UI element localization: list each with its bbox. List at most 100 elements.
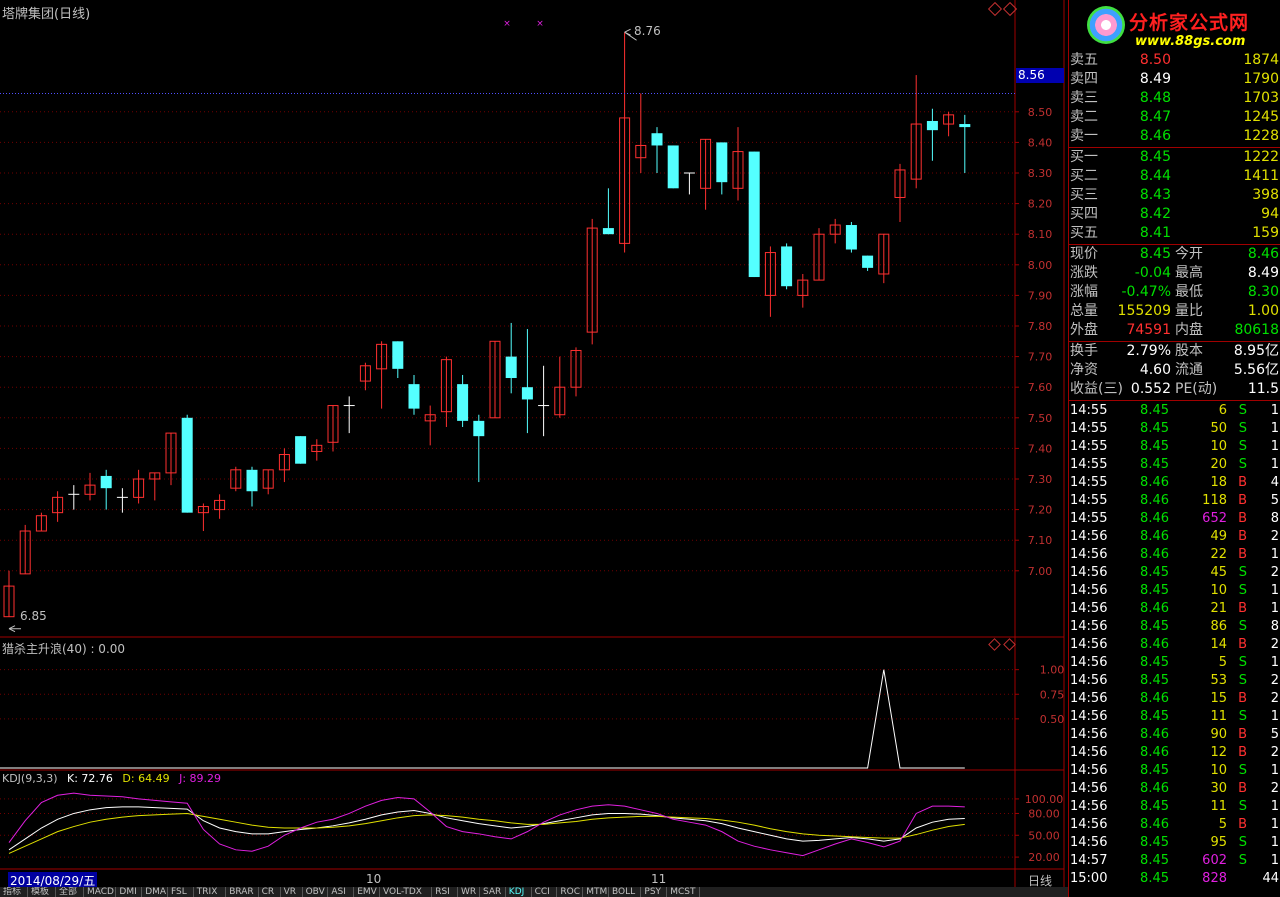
candle-body — [181, 417, 193, 513]
tab-vr[interactable]: VR — [281, 887, 303, 897]
quote-row: 总量 155209 量比 1.00 — [1069, 302, 1280, 321]
fund-value-right: 5.56亿 — [1233, 362, 1279, 378]
tick-time: 14:55 — [1070, 439, 1108, 454]
tick-price: 8.45 — [1140, 583, 1169, 598]
tab-obv[interactable]: OBV — [303, 887, 329, 897]
tab-mtm[interactable]: MTM — [583, 887, 609, 897]
tab-dmi[interactable]: DMI — [116, 887, 143, 897]
month-label-10: 10 — [366, 872, 382, 886]
tab-cr[interactable]: CR — [259, 887, 281, 897]
price-tick-label: 8.30 — [1028, 167, 1053, 180]
tick-side: S — [1238, 799, 1247, 814]
buy-label: 买三 — [1070, 187, 1098, 203]
quote-label-right: 最低 — [1175, 284, 1203, 300]
tab-boll[interactable]: BOLL — [609, 887, 642, 897]
kline-chart[interactable]: 7.00 7.10 7.20 7.30 7.40 7.50 7.60 7.70 7.80 7.90… — [0, 0, 1068, 887]
quote-value-left: 8.45 — [1139, 246, 1171, 262]
kdj-tick-label: 50.00 — [1028, 829, 1060, 842]
tab-模板[interactable]: 模板 — [28, 887, 56, 897]
tab-asi[interactable]: ASI — [328, 887, 355, 897]
kdj-k-value: K: 72.76 — [67, 772, 113, 785]
tick-row: 14:55 8.45 50 S 1 — [1069, 420, 1280, 438]
tick-volume: 118 — [1202, 493, 1227, 508]
quote-row: 涨幅 -0.47% 最低 8.30 — [1069, 283, 1280, 302]
tick-row: 14:56 8.45 45 S 2 — [1069, 564, 1280, 582]
fund-label-right: 流通 — [1175, 362, 1203, 378]
tab-全部[interactable]: 全部 — [56, 887, 84, 897]
sell-price: 8.48 — [1139, 90, 1171, 106]
tab-vol-tdx[interactable]: VOL-TDX — [380, 887, 433, 897]
sell-price: 8.49 — [1139, 71, 1171, 87]
tick-row: 14:56 8.46 15 B 2 — [1069, 690, 1280, 708]
sell-price: 8.47 — [1139, 109, 1171, 125]
tick-count: 4 — [1270, 475, 1279, 490]
tick-volume: 12 — [1210, 745, 1227, 760]
sell-volume: 1790 — [1243, 71, 1279, 87]
signal-x-icon: × — [503, 19, 511, 29]
tab-brar[interactable]: BRAR — [226, 887, 259, 897]
tick-side: S — [1238, 835, 1247, 850]
quote-value-left: 155209 — [1117, 303, 1171, 319]
tab-macd[interactable]: MACD — [84, 887, 117, 897]
candle-body — [246, 469, 258, 492]
logo: 分析家公式网 www.88gs.com — [1071, 0, 1277, 54]
buy-volume: 1222 — [1243, 149, 1279, 165]
tab-wr[interactable]: WR — [458, 887, 480, 897]
quote-value-left: -0.04 — [1134, 265, 1171, 281]
sell-level: 卖一 8.46 1228 — [1069, 127, 1280, 146]
tick-row: 14:56 8.46 30 B 2 — [1069, 780, 1280, 798]
tick-price: 8.45 — [1140, 421, 1169, 436]
tick-volume: 49 — [1210, 529, 1227, 544]
buy-volume: 398 — [1252, 187, 1279, 203]
candle-body — [295, 436, 307, 464]
tick-time: 14:56 — [1070, 835, 1108, 850]
tick-time: 14:56 — [1070, 601, 1108, 616]
tab-roc[interactable]: ROC — [557, 887, 584, 897]
tab-kdj[interactable]: KDJ — [506, 887, 532, 897]
tick-volume: 11 — [1210, 799, 1227, 814]
tick-row: 14:56 8.45 11 S 1 — [1069, 798, 1280, 816]
tab-trix[interactable]: TRIX — [194, 887, 227, 897]
tab-rsi[interactable]: RSI — [432, 887, 458, 897]
chart-area[interactable]: 7.00 7.10 7.20 7.30 7.40 7.50 7.60 7.70 7.80 7.90… — [0, 0, 1068, 889]
tab-cci[interactable]: CCI — [532, 887, 558, 897]
price-tick-label: 8.00 — [1028, 259, 1053, 272]
quote-panel: 分析家公式网 www.88gs.com 卖五 8.50 1874 卖四 8.49 1790… — [1068, 0, 1280, 897]
tick-row: 14:55 8.46 118 B 5 — [1069, 492, 1280, 510]
tab-emv[interactable]: EMV — [354, 887, 380, 897]
tab-psy[interactable]: PSY — [641, 887, 668, 897]
tick-time: 14:56 — [1070, 619, 1108, 634]
sell-label: 卖二 — [1070, 109, 1098, 125]
price-tick-label: 8.40 — [1028, 136, 1053, 149]
quote-value-right: 8.46 — [1247, 246, 1279, 262]
buy-volume: 1411 — [1243, 168, 1279, 184]
tick-price: 8.45 — [1140, 709, 1169, 724]
tick-side: B — [1238, 781, 1247, 796]
tick-price: 8.46 — [1140, 637, 1169, 652]
sell-label: 卖一 — [1070, 128, 1098, 144]
tick-time: 14:56 — [1070, 727, 1108, 742]
tick-price: 8.45 — [1140, 457, 1169, 472]
tab-fsl[interactable]: FSL — [168, 887, 194, 897]
candle-body — [457, 384, 469, 421]
window-title: 塔牌集团(日线) — [2, 7, 91, 22]
sell-volume: 1874 — [1243, 52, 1279, 68]
tick-count: 5 — [1270, 727, 1279, 742]
kdj-tick-label: 20.00 — [1028, 851, 1060, 864]
tab-mcst[interactable]: MCST — [667, 887, 700, 897]
tick-count: 2 — [1270, 565, 1279, 580]
tick-time: 14:55 — [1070, 511, 1108, 526]
tab-指标[interactable]: 指标 — [0, 887, 28, 897]
tab-sar[interactable]: SAR — [480, 887, 506, 897]
quote-label-left: 现价 — [1070, 246, 1098, 262]
tick-price: 8.46 — [1140, 475, 1169, 490]
tick-time: 14:56 — [1070, 655, 1108, 670]
tick-row: 14:55 8.46 18 B 4 — [1069, 474, 1280, 492]
tab-dma[interactable]: DMA — [142, 887, 168, 897]
tick-time: 14:55 — [1070, 403, 1108, 418]
tick-row: 14:56 8.45 5 S 1 — [1069, 654, 1280, 672]
fund-label-left: 收益(三) — [1070, 381, 1123, 397]
tick-time: 14:56 — [1070, 763, 1108, 778]
tick-price: 8.46 — [1140, 547, 1169, 562]
price-tick-label: 7.00 — [1028, 565, 1053, 578]
